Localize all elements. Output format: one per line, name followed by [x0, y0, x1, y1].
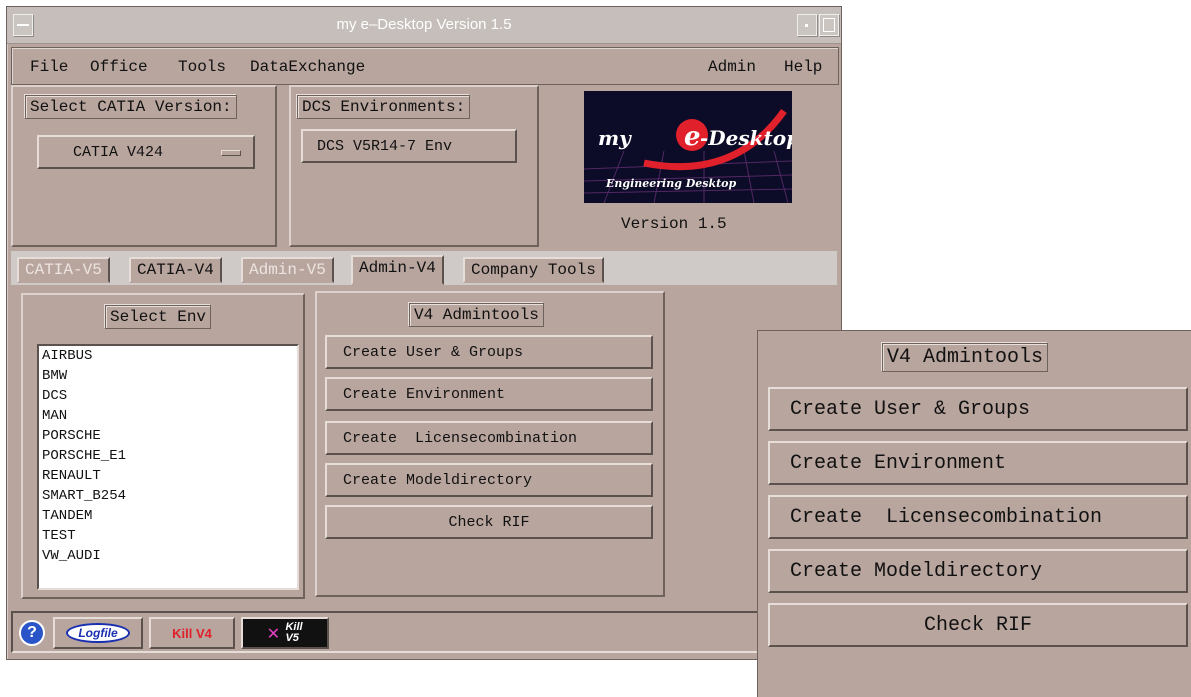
create-user-groups-button[interactable]: Create User & Groups [325, 335, 653, 369]
dcs-environments-panel: DCS Environments: DCS V5R14-7 Env [289, 85, 539, 247]
kill-v5-button[interactable]: ✕ Kill V5 [241, 617, 329, 649]
zoom-check-rif-button[interactable]: Check RIF [768, 603, 1188, 647]
tab-bar: CATIA-V5 CATIA-V4 Admin-V5 Admin-V4 Comp… [11, 251, 837, 285]
create-modeldirectory-button[interactable]: Create Modeldirectory [325, 463, 653, 497]
admintools-zoom-inset: V4 Admintools Create User & Groups Creat… [757, 330, 1191, 697]
zoom-create-user-groups-button[interactable]: Create User & Groups [768, 387, 1188, 431]
logo-brand-rest: -Desktop [700, 126, 792, 150]
list-item[interactable]: PORSCHE_E1 [39, 446, 297, 466]
zoom-create-modeldirectory-button[interactable]: Create Modeldirectory [768, 549, 1188, 593]
dcs-env-button[interactable]: DCS V5R14-7 Env [301, 129, 517, 163]
menu-dataexchange[interactable]: DataExchange [250, 58, 365, 76]
tab-admin-v5[interactable]: Admin-V5 [241, 257, 334, 283]
maximize-icon [823, 18, 835, 32]
tab-catia-v4[interactable]: CATIA-V4 [129, 257, 222, 283]
window-title: my e–Desktop Version 1.5 [336, 16, 512, 33]
zoom-v4-admintools-label: V4 Admintools [882, 343, 1049, 372]
check-rif-button[interactable]: Check RIF [325, 505, 653, 539]
list-item[interactable]: RENAULT [39, 466, 297, 486]
zoom-create-licensecombination-button[interactable]: Create Licensecombination [768, 495, 1188, 539]
catia-version-label: Select CATIA Version: [25, 95, 237, 119]
help-icon: ? [27, 624, 37, 641]
create-environment-button[interactable]: Create Environment [325, 377, 653, 411]
list-item[interactable]: MAN [39, 406, 297, 426]
kill-v5-line2: V5 [285, 632, 299, 644]
main-window: my e–Desktop Version 1.5 File Office Too… [6, 6, 842, 660]
option-menu-icon [221, 150, 241, 156]
list-item[interactable]: AIRBUS [39, 346, 297, 366]
version-label: Version 1.5 [621, 215, 727, 233]
catia-version-panel: Select CATIA Version: CATIA V424 [11, 85, 277, 247]
logo-brand-e: e [684, 122, 701, 152]
minimize-button[interactable] [797, 14, 817, 36]
title-bar[interactable]: my e–Desktop Version 1.5 [7, 7, 841, 44]
kill-v5-cross-icon: ✕ [267, 623, 280, 646]
catia-version-value: CATIA V424 [73, 143, 164, 161]
list-item[interactable]: VW_AUDI [39, 546, 297, 566]
logo-brand-prefix: my [598, 126, 632, 150]
menu-help[interactable]: Help [784, 58, 822, 76]
tab-company-tools[interactable]: Company Tools [463, 257, 604, 283]
env-listbox[interactable]: AIRBUS BMW DCS MAN PORSCHE PORSCHE_E1 RE… [37, 344, 299, 590]
kill-v4-icon: Kill V4 [172, 625, 212, 641]
list-item[interactable]: PORSCHE [39, 426, 297, 446]
logfile-button[interactable]: Logfile [53, 617, 143, 649]
tab-catia-v5[interactable]: CATIA-V5 [17, 257, 110, 283]
select-env-label: Select Env [105, 305, 212, 329]
list-item[interactable]: TEST [39, 526, 297, 546]
list-item[interactable]: BMW [39, 366, 297, 386]
v4-admintools-panel: V4 Admintools Create User & Groups Creat… [315, 291, 665, 597]
maximize-button[interactable] [819, 14, 839, 36]
help-button[interactable]: ? [19, 620, 45, 646]
menu-file[interactable]: File [30, 58, 68, 76]
create-licensecombination-button[interactable]: Create Licensecombination [325, 421, 653, 455]
kill-v4-button[interactable]: Kill V4 [149, 617, 235, 649]
v4-admintools-label: V4 Admintools [409, 303, 544, 327]
list-item[interactable]: DCS [39, 386, 297, 406]
list-item[interactable]: TANDEM [39, 506, 297, 526]
menu-bar: File Office Tools DataExchange Admin Hel… [11, 47, 839, 85]
status-bar: ? Logfile Kill V4 ✕ Kill V5 [11, 611, 837, 653]
kill-v5-icon: Kill V5 [285, 622, 302, 644]
tab-admin-v4[interactable]: Admin-V4 [351, 255, 444, 285]
logo-tagline: Engineering Desktop [605, 177, 737, 190]
catia-version-dropdown[interactable]: CATIA V424 [37, 135, 255, 169]
zoom-create-environment-button[interactable]: Create Environment [768, 441, 1188, 485]
dcs-environments-label: DCS Environments: [297, 95, 471, 119]
menu-office[interactable]: Office [90, 58, 148, 76]
e-desktop-logo: my e -Desktop Engineering Desktop [584, 91, 792, 203]
minimize-icon [805, 24, 808, 27]
menu-tools[interactable]: Tools [178, 58, 226, 76]
list-item[interactable]: SMART_B254 [39, 486, 297, 506]
logfile-icon: Logfile [66, 623, 130, 643]
menu-admin[interactable]: Admin [708, 58, 756, 76]
